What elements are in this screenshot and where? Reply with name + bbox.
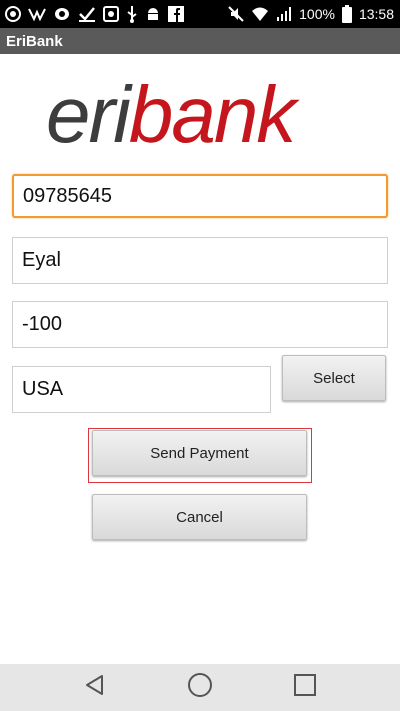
app-icon (5, 6, 21, 22)
select-country-button[interactable]: Select (282, 355, 386, 401)
recents-button[interactable] (275, 664, 335, 711)
android-icon (145, 6, 161, 22)
image-icon (103, 6, 119, 22)
cancel-button[interactable]: Cancel (92, 494, 307, 540)
facebook-icon (168, 6, 184, 22)
status-icons-right: 100% 13:58 (228, 5, 394, 23)
battery-icon (341, 5, 352, 23)
select-button-label: Select (313, 369, 355, 387)
send-payment-label: Send Payment (150, 444, 249, 462)
logo-text-eri: eri (46, 70, 133, 150)
app-title-bar: EriBank (0, 28, 400, 54)
eribank-logo: eribank (40, 64, 360, 159)
mute-icon (228, 6, 244, 22)
svg-text:eribank: eribank (46, 70, 300, 150)
amount-field[interactable] (12, 301, 388, 348)
back-icon (83, 673, 107, 702)
app-title: EriBank (6, 32, 63, 50)
country-field[interactable] (12, 366, 271, 413)
status-icons-left (5, 5, 184, 23)
usb-icon (126, 5, 138, 23)
battery-percent: 100% (299, 6, 335, 22)
check-icon (78, 6, 96, 22)
app-icon (53, 6, 71, 22)
signal-icon (276, 6, 292, 22)
app-icon (28, 6, 46, 22)
home-icon (187, 672, 213, 703)
back-button[interactable] (65, 664, 125, 711)
logo-text-bank: bank (129, 70, 300, 150)
home-button[interactable] (170, 664, 230, 711)
wifi-icon (251, 6, 269, 22)
recents-icon (293, 673, 317, 702)
clock: 13:58 (358, 6, 394, 22)
status-bar: 100% 13:58 (0, 0, 400, 28)
send-payment-button[interactable]: Send Payment (92, 430, 307, 476)
phone-field[interactable] (12, 174, 388, 218)
navigation-bar (0, 664, 400, 711)
name-field[interactable] (12, 237, 388, 284)
cancel-label: Cancel (176, 508, 223, 526)
